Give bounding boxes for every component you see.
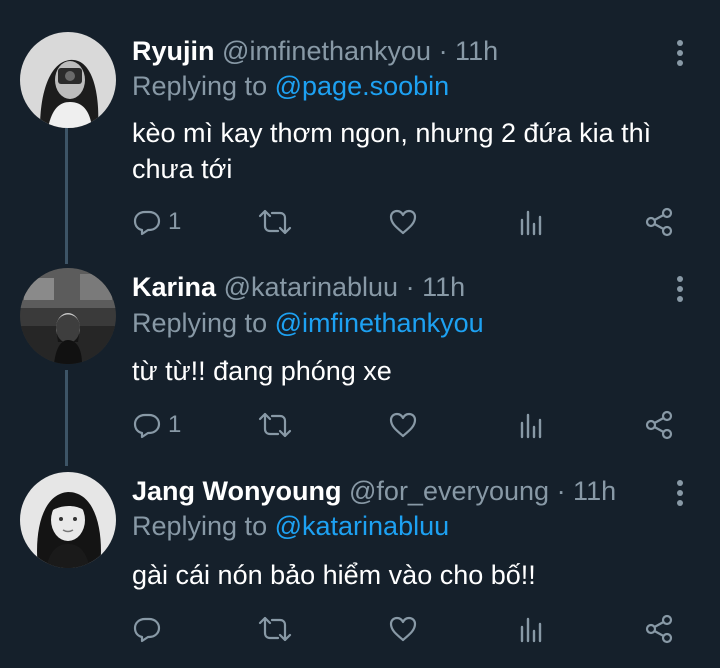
like-button[interactable] xyxy=(388,408,418,442)
reply-count: 1 xyxy=(168,208,182,235)
avatar[interactable] xyxy=(20,32,116,128)
like-button[interactable] xyxy=(388,612,418,646)
tweet-header: Ryujin @imfinethankyou · 11h xyxy=(132,34,498,68)
share-button[interactable] xyxy=(644,205,674,239)
retweet-icon xyxy=(258,412,292,438)
analytics-icon xyxy=(520,210,542,236)
user-handle[interactable]: @imfinethankyou xyxy=(222,36,431,66)
reply-button[interactable]: 1 xyxy=(132,205,181,239)
like-button[interactable] xyxy=(388,205,418,239)
retweet-icon xyxy=(258,209,292,235)
mention-link[interactable]: @katarinabluu xyxy=(275,511,450,541)
more-options-icon[interactable] xyxy=(672,274,688,304)
avatar[interactable] xyxy=(20,268,116,364)
analytics-button[interactable] xyxy=(518,205,544,239)
tweet-text: gài cái nón bảo hiểm vào cho bố!! xyxy=(132,560,536,590)
analytics-button[interactable] xyxy=(518,408,544,442)
retweet-button[interactable] xyxy=(258,612,292,646)
reply-icon xyxy=(133,413,161,439)
like-icon xyxy=(389,209,417,235)
timestamp[interactable]: · 11h xyxy=(406,272,466,302)
retweet-icon xyxy=(258,616,292,642)
action-bar xyxy=(132,612,692,646)
mention-link[interactable]: @page.soobin xyxy=(275,71,450,101)
action-bar: 1 xyxy=(132,205,692,239)
reply-icon xyxy=(133,617,161,643)
avatar[interactable] xyxy=(20,472,116,568)
analytics-button[interactable] xyxy=(518,612,544,646)
analytics-icon xyxy=(520,413,542,439)
replying-to: Replying to @imfinethankyou xyxy=(132,306,484,340)
display-name[interactable]: Karina xyxy=(132,272,216,302)
analytics-icon xyxy=(520,617,542,643)
share-icon xyxy=(645,207,673,237)
reply-button[interactable]: 1 xyxy=(132,408,181,442)
reply-count: 1 xyxy=(168,411,182,438)
tweet[interactable]: Karina @katarinabluu · 11h Replying to @… xyxy=(0,268,720,448)
like-icon xyxy=(389,412,417,438)
reply-icon xyxy=(133,210,161,236)
timestamp[interactable]: · 11h xyxy=(439,36,499,66)
action-bar: 1 xyxy=(132,408,692,442)
share-icon xyxy=(645,410,673,440)
tweet[interactable]: Jang Wonyoung @for_everyoung · 11h Reply… xyxy=(0,472,720,652)
more-options-icon[interactable] xyxy=(672,478,688,508)
replying-to: Replying to @katarinabluu xyxy=(132,509,449,543)
replying-to-label: Replying to xyxy=(132,308,268,338)
user-handle[interactable]: @katarinabluu xyxy=(224,272,399,302)
replying-to-label: Replying to xyxy=(132,511,268,541)
share-button[interactable] xyxy=(644,612,674,646)
replying-to: Replying to @page.soobin xyxy=(132,69,449,103)
tweet-header: Jang Wonyoung @for_everyoung · 11h xyxy=(132,474,616,508)
more-options-icon[interactable] xyxy=(672,38,688,68)
share-icon xyxy=(645,614,673,644)
retweet-button[interactable] xyxy=(258,205,292,239)
timestamp[interactable]: · 11h xyxy=(557,476,617,506)
reply-button[interactable] xyxy=(132,612,168,646)
like-icon xyxy=(389,616,417,642)
share-button[interactable] xyxy=(644,408,674,442)
tweet-text: từ từ!! đang phóng xe xyxy=(132,356,392,386)
retweet-button[interactable] xyxy=(258,408,292,442)
replying-to-label: Replying to xyxy=(132,71,268,101)
display-name[interactable]: Ryujin xyxy=(132,36,215,66)
user-handle[interactable]: @for_everyoung xyxy=(349,476,549,506)
tweet-text: kèo mì kay thơm ngon, nhưng 2 đứa kia th… xyxy=(132,118,652,184)
display-name[interactable]: Jang Wonyoung xyxy=(132,476,342,506)
tweet[interactable]: Ryujin @imfinethankyou · 11h Replying to… xyxy=(0,30,720,250)
tweet-header: Karina @katarinabluu · 11h xyxy=(132,270,465,304)
mention-link[interactable]: @imfinethankyou xyxy=(275,308,484,338)
